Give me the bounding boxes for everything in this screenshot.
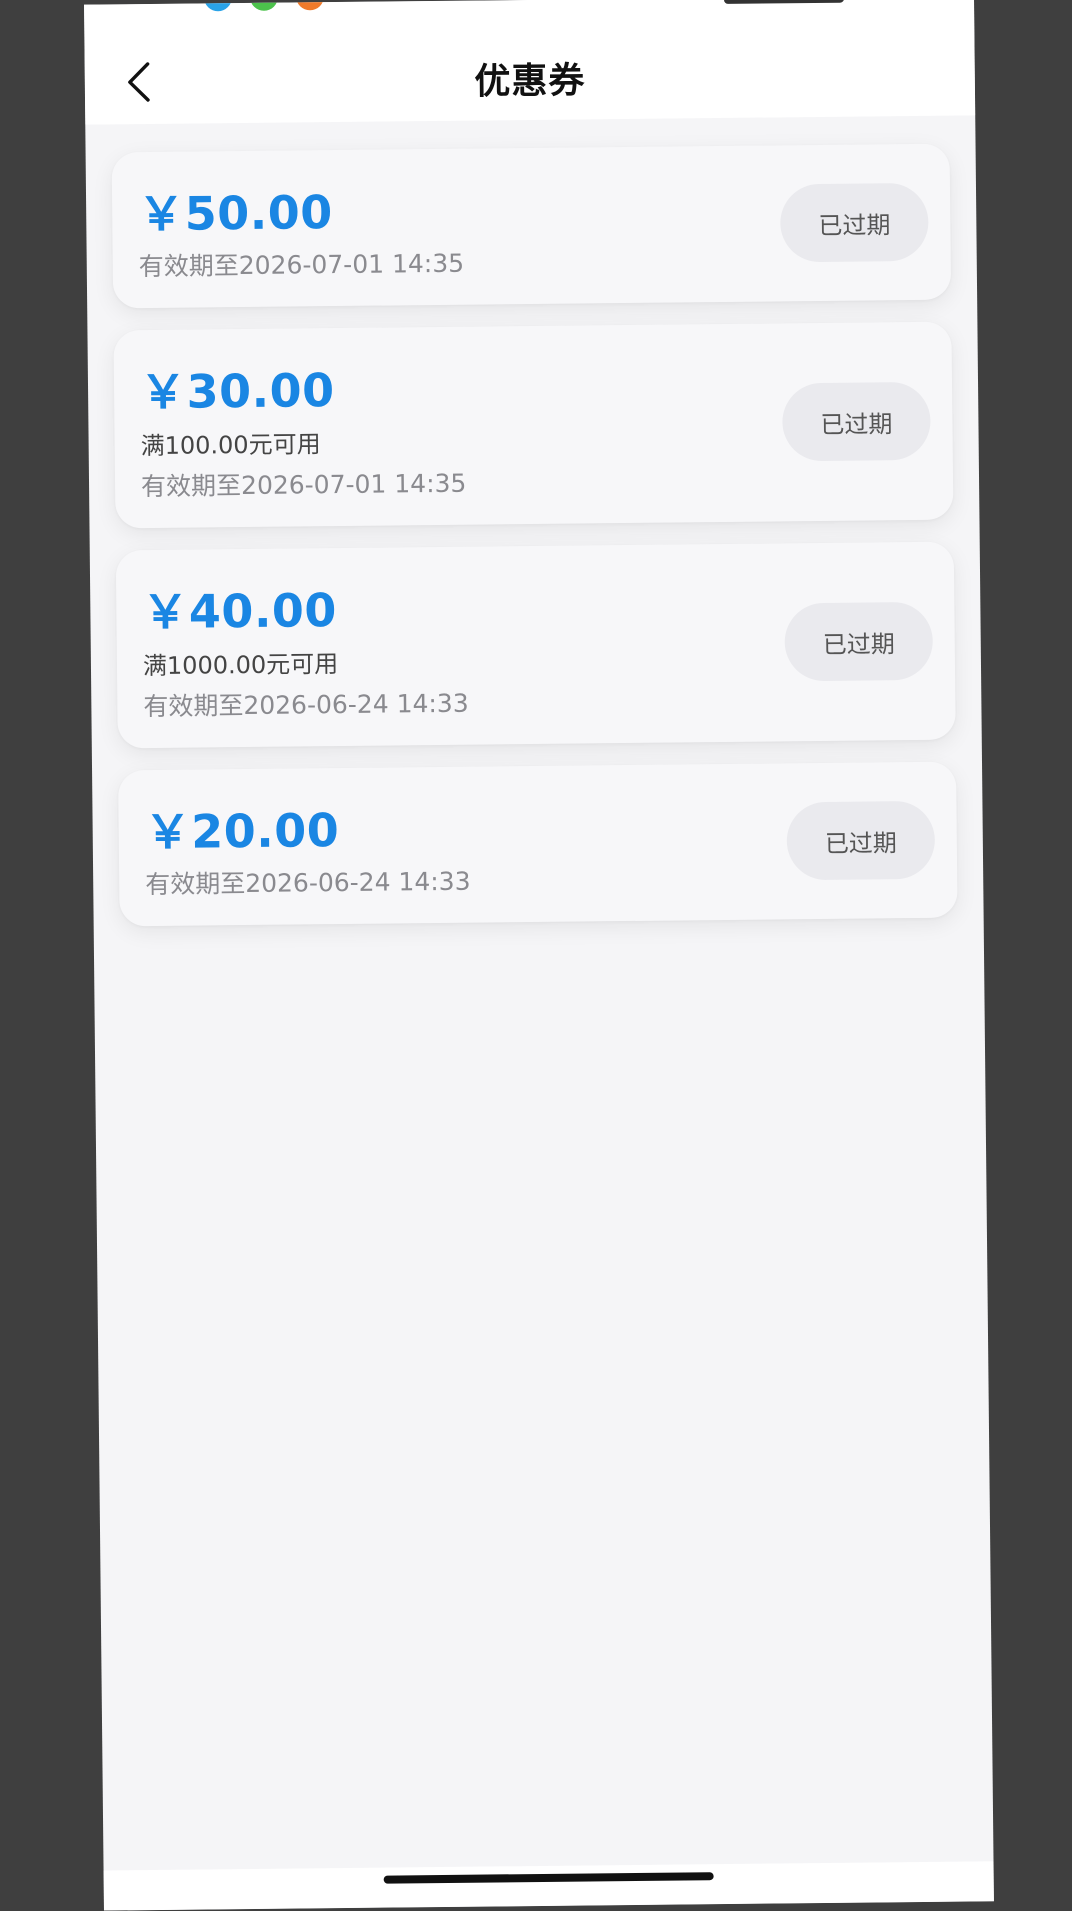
page-title: 优惠券 — [474, 60, 586, 103]
coupon-status-badge: 已过期 — [786, 800, 936, 881]
coupon-card[interactable]: ￥50.00 有效期至2026-07-01 14:35 已过期 — [111, 143, 952, 309]
status-bar-app-icons — [203, 0, 325, 12]
coupon-status-badge: 已过期 — [784, 601, 934, 682]
coupon-expiry: 有效期至2026-07-01 14:35 — [140, 468, 467, 502]
status-bar-indicators — [723, 0, 845, 4]
phone-screen: 优惠券 ￥50.00 有效期至2026-07-01 14:35 已过期 ￥30.… — [84, 0, 994, 1911]
coupon-status-badge: 已过期 — [782, 381, 931, 462]
status-app-icon — [249, 0, 279, 11]
coupon-card[interactable]: ￥30.00 满100.00元可用 有效期至2026-07-01 14:35 已… — [113, 321, 954, 529]
coupon-card[interactable]: ￥40.00 满1000.00元可用 有效期至2026-06-24 14:33 … — [115, 541, 956, 749]
coupon-expiry: 有效期至2026-06-24 14:33 — [143, 688, 469, 722]
coupon-status-badge: 已过期 — [779, 182, 929, 263]
status-app-icon — [295, 0, 325, 11]
bottom-safe-area — [103, 1861, 994, 1911]
status-app-icon — [203, 0, 233, 12]
coupon-card[interactable]: ￥20.00 有效期至2026-06-24 14:33 已过期 — [118, 761, 958, 927]
nav-bar: 优惠券 — [84, 0, 976, 125]
coupon-list: ￥50.00 有效期至2026-07-01 14:35 已过期 ￥30.00 满… — [111, 143, 958, 949]
